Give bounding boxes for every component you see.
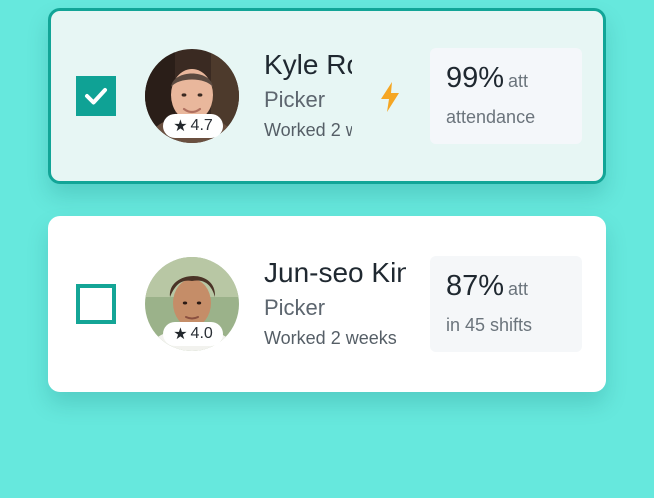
worker-role: Picker: [264, 87, 326, 112]
attendance-value: 87%: [446, 270, 505, 302]
worker-info: Kyle Ro Picker Worked 2 w: [264, 47, 352, 143]
rating-badge: ★ 4.0: [163, 322, 223, 346]
shifts-label: in 45 shifts: [446, 315, 533, 335]
rating-badge: ★ 4.7: [163, 114, 223, 138]
attendance-unit: att: [508, 279, 529, 299]
lightning-bolt-icon: [381, 82, 399, 112]
attendance-value: 99%: [446, 62, 505, 94]
rating-value: 4.0: [190, 325, 213, 342]
worker-name: Jun-seo Kin: [264, 257, 406, 288]
worker-role: Picker: [264, 295, 326, 320]
worked-duration: Worked 2 w: [264, 120, 352, 140]
worker-card[interactable]: ★ 4.0 Jun-seo Kin Picker Worked 2 weeks …: [48, 216, 606, 392]
worked-duration: Worked 2 weeks: [264, 328, 397, 348]
attendance-unit: att: [508, 71, 529, 91]
worker-card[interactable]: ★ 4.7 Kyle Ro Picker Worked 2 w 99%att a…: [48, 8, 606, 184]
select-checkbox[interactable]: [76, 284, 116, 324]
worker-name: Kyle Ro: [264, 49, 352, 80]
attendance-stat: 99% att attendance: [430, 48, 582, 144]
attendance-label: attendance: [446, 107, 536, 127]
checkmark-icon: [85, 88, 107, 105]
select-checkbox[interactable]: [76, 76, 116, 116]
star-icon: ★: [173, 118, 188, 135]
attendance-stat: 87% att in 45 shifts: [430, 256, 582, 352]
rating-value: 4.7: [190, 117, 213, 134]
star-icon: ★: [173, 326, 188, 343]
worker-info: Jun-seo Kin Picker Worked 2 weeks: [264, 255, 406, 351]
